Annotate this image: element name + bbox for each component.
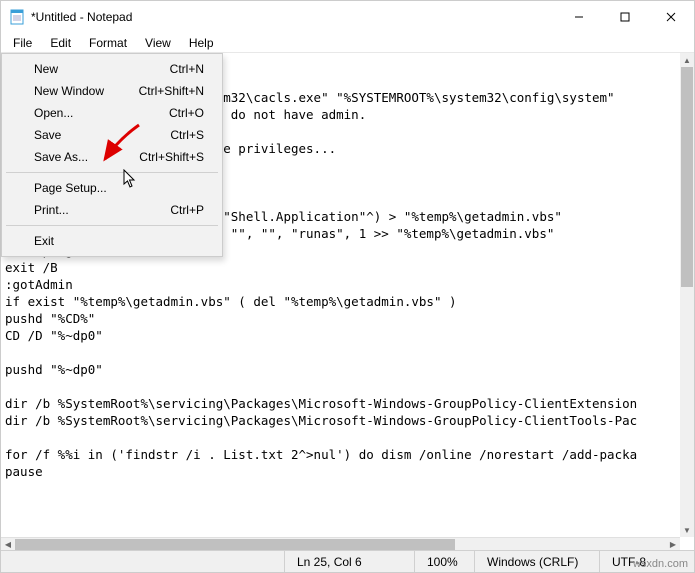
- menu-file[interactable]: File: [5, 34, 40, 52]
- menu-exit[interactable]: Exit: [4, 230, 220, 252]
- window-controls: [556, 1, 694, 33]
- menu-print[interactable]: Print... Ctrl+P: [4, 199, 220, 221]
- close-button[interactable]: [648, 1, 694, 33]
- menu-separator: [6, 225, 218, 226]
- menu-edit[interactable]: Edit: [42, 34, 79, 52]
- menu-label: Save As...: [34, 150, 88, 164]
- menu-shortcut: Ctrl+O: [169, 106, 204, 120]
- menu-shortcut: Ctrl+Shift+S: [139, 150, 204, 164]
- titlebar: *Untitled - Notepad: [1, 1, 694, 33]
- menu-label: Exit: [34, 234, 54, 248]
- minimize-button[interactable]: [556, 1, 602, 33]
- menu-shortcut: Ctrl+P: [170, 203, 204, 217]
- menu-shortcut: Ctrl+N: [170, 62, 204, 76]
- notepad-icon: [9, 9, 25, 25]
- menu-shortcut: Ctrl+Shift+N: [139, 84, 204, 98]
- menu-shortcut: Ctrl+S: [170, 128, 204, 142]
- menu-new-window[interactable]: New Window Ctrl+Shift+N: [4, 80, 220, 102]
- scroll-thumb[interactable]: [15, 539, 455, 550]
- status-zoom: 100%: [414, 551, 474, 572]
- menubar: File Edit Format View Help: [1, 33, 694, 53]
- status-eol: Windows (CRLF): [474, 551, 599, 572]
- menu-format[interactable]: Format: [81, 34, 135, 52]
- vertical-scrollbar[interactable]: ▲ ▼: [680, 53, 694, 537]
- menu-label: New Window: [34, 84, 104, 98]
- menu-help[interactable]: Help: [181, 34, 222, 52]
- statusbar: Ln 25, Col 6 100% Windows (CRLF) UTF-8: [1, 550, 694, 572]
- watermark: wsxdn.com: [633, 558, 688, 570]
- menu-label: New: [34, 62, 58, 76]
- menu-label: Print...: [34, 203, 69, 217]
- menu-view[interactable]: View: [137, 34, 179, 52]
- cursor-icon: [123, 169, 137, 192]
- annotation-arrow-icon: [99, 121, 149, 174]
- menu-label: Open...: [34, 106, 73, 120]
- status-position: Ln 25, Col 6: [284, 551, 414, 572]
- window-title: *Untitled - Notepad: [31, 10, 556, 24]
- menu-new[interactable]: New Ctrl+N: [4, 58, 220, 80]
- menu-label: Save: [34, 128, 61, 142]
- scroll-thumb[interactable]: [681, 67, 693, 287]
- menu-page-setup[interactable]: Page Setup...: [4, 177, 220, 199]
- scroll-up-icon[interactable]: ▲: [680, 53, 694, 67]
- scroll-down-icon[interactable]: ▼: [680, 523, 694, 537]
- maximize-button[interactable]: [602, 1, 648, 33]
- menu-label: Page Setup...: [34, 181, 107, 195]
- horizontal-scrollbar[interactable]: ◀ ▶: [1, 537, 680, 551]
